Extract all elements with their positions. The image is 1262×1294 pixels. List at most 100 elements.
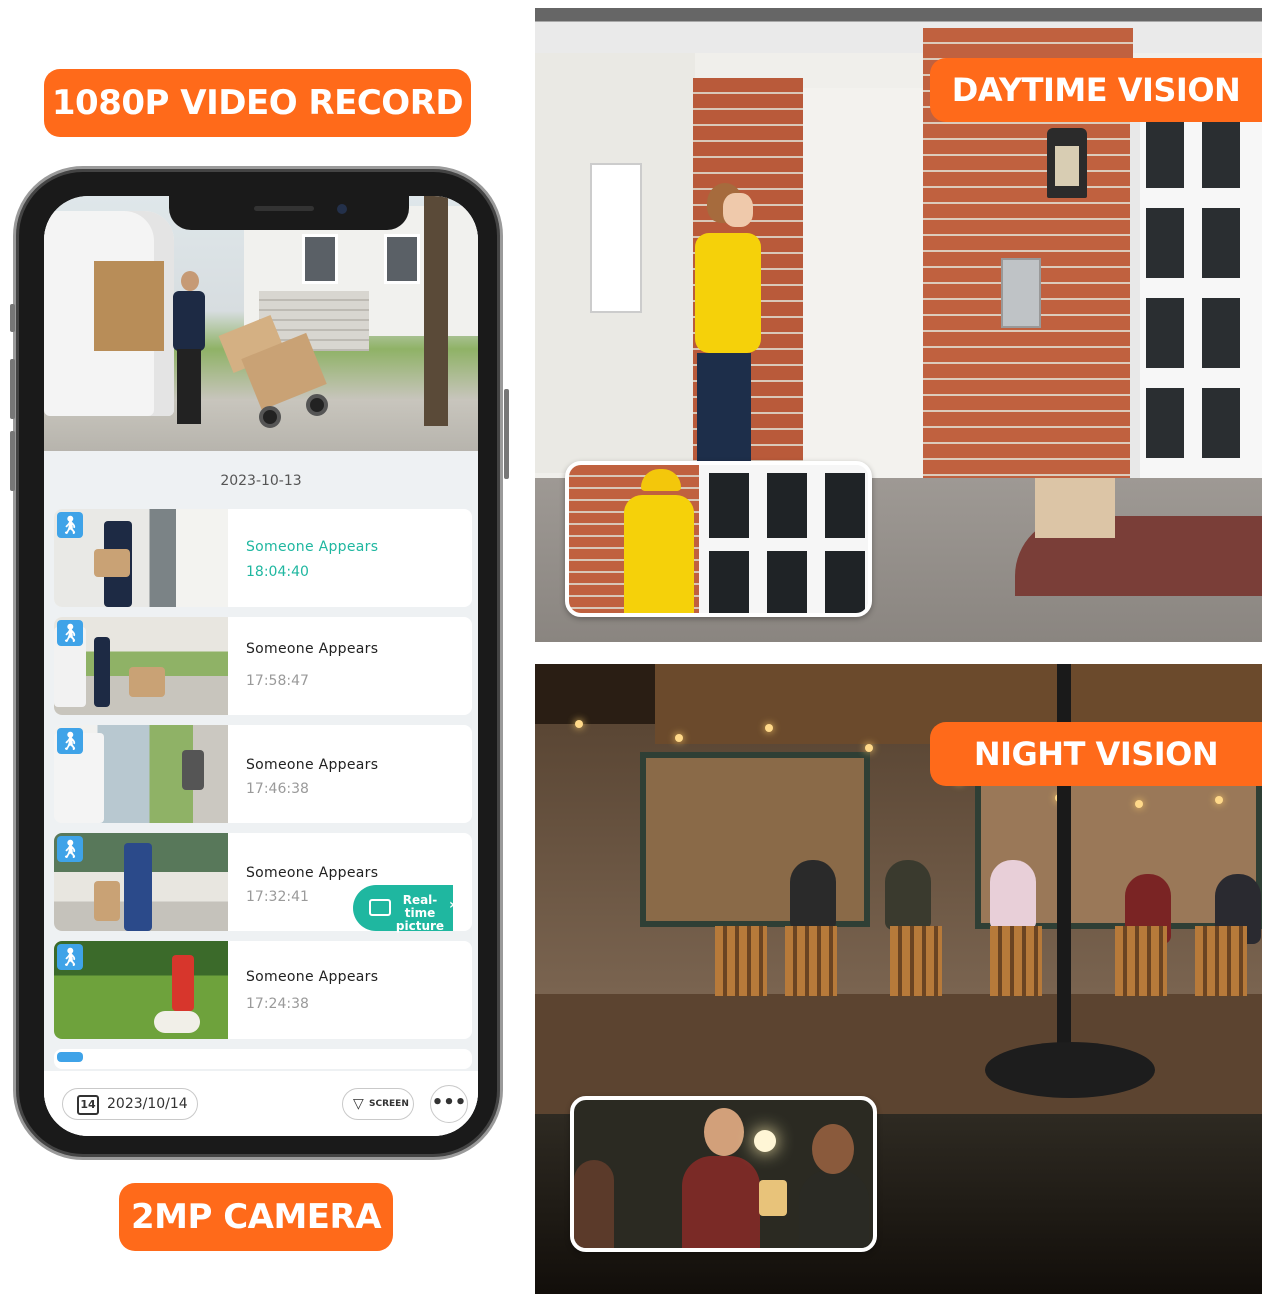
van-cargo	[94, 261, 164, 351]
bulb	[865, 744, 873, 752]
door-pane	[825, 473, 865, 538]
phone-volume-up	[10, 359, 15, 419]
event-date-header: 2023-10-13	[220, 473, 302, 489]
realtime-label-line1: Real-time	[402, 893, 438, 920]
umbrella-base	[985, 1042, 1155, 1098]
motion-walk-icon: 🚶︎	[57, 728, 83, 754]
event-time: 17:24:38	[246, 996, 309, 1012]
inset-face	[812, 1124, 854, 1174]
thumbnail-dolly	[182, 750, 204, 790]
house-window	[384, 234, 420, 284]
inset-bulb	[754, 1130, 776, 1152]
white-wall	[803, 88, 923, 488]
roof-eave	[535, 8, 1262, 53]
delivery-person	[169, 271, 209, 426]
chair	[890, 926, 942, 996]
inset-person	[682, 1156, 760, 1248]
front-camera-icon	[337, 204, 347, 214]
door-pane	[1146, 208, 1184, 278]
realtime-label: Real-time picture	[395, 894, 445, 933]
door-pane	[767, 551, 807, 613]
door-pane	[767, 473, 807, 538]
door-pane	[1146, 388, 1184, 458]
more-options-button[interactable]: •••	[430, 1085, 468, 1123]
event-item[interactable]: 🚶︎ Someone Appears 18:04:40	[54, 509, 472, 607]
phone-mute-switch	[10, 304, 15, 332]
banner-1080p: 1080P VIDEO RECORD	[44, 69, 471, 137]
door-pane	[1202, 298, 1240, 368]
event-item[interactable]: 🚶︎ Someone Appears 17:24:38	[54, 941, 472, 1039]
realtime-picture-button[interactable]: Real-time picture ›	[353, 885, 455, 933]
event-item[interactable]: 🚶︎ Someone Appears 17:46:38	[54, 725, 472, 823]
phone-mockup: 2023-10-13 🚶︎ Someone Appears 18:04:40 🚶…	[10, 166, 509, 1160]
daytime-camera-inset	[565, 461, 872, 617]
chevron-right-icon: ›	[449, 897, 455, 913]
event-list[interactable]: 2023-10-13 🚶︎ Someone Appears 18:04:40 🚶…	[44, 451, 478, 1136]
person-body	[173, 291, 205, 351]
event-title: Someone Appears	[246, 865, 379, 881]
person-legs	[177, 349, 201, 424]
event-time: 17:32:41	[246, 889, 309, 905]
screen-filter-label: SCREEN	[369, 1099, 409, 1109]
door-pane	[1202, 118, 1240, 188]
event-item[interactable]: 🚶︎ Someone Appears 17:58:47	[54, 617, 472, 715]
motion-walk-icon: 🚶︎	[57, 836, 83, 862]
delivery-van	[44, 211, 174, 416]
door-pane	[1202, 388, 1240, 458]
product-image: 1080P VIDEO RECORD 2MP CAMERA 2023-10-13…	[0, 0, 1262, 1294]
bulb	[675, 734, 683, 742]
courier-pants	[697, 353, 751, 468]
speaker-grill	[254, 206, 314, 211]
event-thumbnail: 🚶︎	[54, 941, 228, 1039]
motion-walk-icon: 🚶︎	[57, 620, 83, 646]
package-box	[1035, 478, 1115, 538]
house-window	[302, 234, 338, 284]
thumbnail-package	[94, 881, 120, 921]
thumbnail-package	[129, 667, 165, 697]
motion-walk-icon: 🚶︎	[57, 944, 83, 970]
event-title: Someone Appears	[246, 969, 379, 985]
french-door	[1130, 108, 1262, 518]
live-video-preview[interactable]	[44, 196, 478, 451]
night-camera-inset	[570, 1096, 877, 1252]
realtime-label-line2: picture	[395, 919, 445, 933]
phone-volume-down	[10, 431, 15, 491]
bulb	[575, 720, 583, 728]
dolly-wheel	[306, 394, 328, 416]
app-screen: 2023-10-13 🚶︎ Someone Appears 18:04:40 🚶…	[44, 196, 478, 1136]
chair	[715, 926, 767, 996]
courier-face	[723, 193, 753, 227]
event-thumbnail: 🚶︎	[54, 725, 228, 823]
event-title: Someone Appears	[246, 757, 379, 773]
banner-night: NIGHT VISION	[930, 722, 1262, 786]
wall-lantern	[1047, 128, 1087, 198]
event-item-partial[interactable]	[54, 1049, 472, 1069]
door-pane	[1146, 298, 1184, 368]
inset-door	[699, 465, 868, 613]
inset-person	[574, 1160, 614, 1248]
banner-2mp: 2MP CAMERA	[119, 1183, 393, 1251]
door-pane	[1202, 208, 1240, 278]
motion-walk-icon: 🚶︎	[57, 512, 83, 538]
inset-person	[799, 1170, 869, 1248]
thumbnail-person	[124, 843, 152, 931]
door-pane	[825, 551, 865, 613]
dolly-wheel	[259, 406, 281, 428]
mailbox	[1001, 258, 1041, 328]
bulb	[1215, 796, 1223, 804]
diner	[885, 860, 931, 930]
person-head	[181, 271, 199, 291]
screen-filter-button[interactable]: ▽ SCREEN	[342, 1088, 414, 1120]
event-title: Someone Appears	[246, 641, 379, 657]
bulb	[765, 724, 773, 732]
event-thumbnail: 🚶︎	[54, 833, 228, 931]
inset-courier	[624, 495, 694, 613]
chair	[1195, 926, 1247, 996]
date-picker-button[interactable]: 14 2023/10/14	[62, 1088, 198, 1120]
courier-shirt	[695, 233, 761, 353]
thumbnail-child	[172, 955, 194, 1011]
thumbnail-dog	[154, 1011, 200, 1033]
filter-icon: ▽	[353, 1096, 364, 1112]
calendar-icon: 14	[77, 1095, 99, 1115]
event-time: 17:58:47	[246, 673, 309, 689]
